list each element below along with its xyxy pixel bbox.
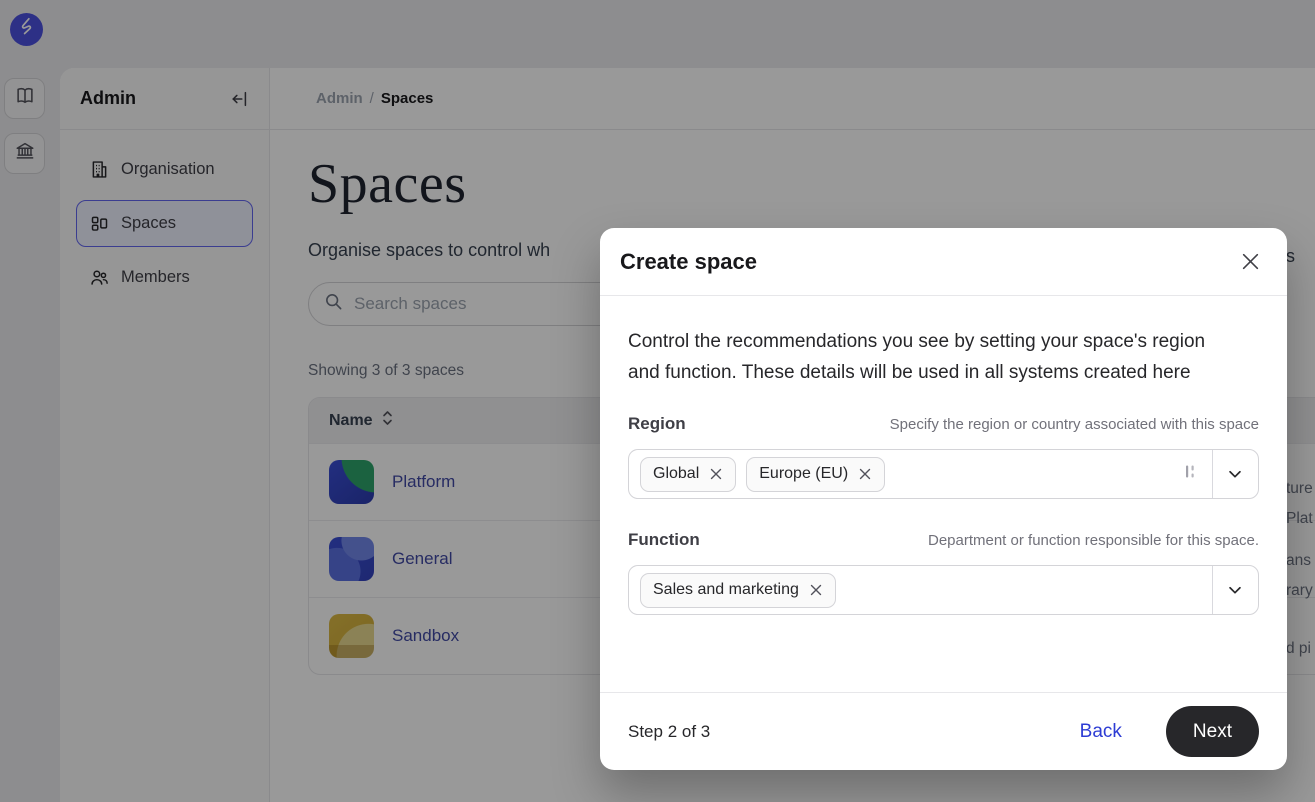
function-select-controls: [1197, 566, 1244, 614]
chip-label: Sales and marketing: [653, 581, 799, 599]
function-multiselect[interactable]: Sales and marketing: [628, 565, 1259, 615]
modal-header: Create space: [600, 228, 1287, 296]
function-label: Function: [628, 530, 700, 550]
step-indicator: Step 2 of 3: [628, 722, 710, 742]
select-divider: [1212, 566, 1213, 614]
modal-footer: Step 2 of 3 Back Next: [600, 692, 1287, 770]
function-hint: Department or function responsible for t…: [928, 532, 1259, 549]
function-chip: Sales and marketing: [640, 573, 836, 608]
function-field-header: Function Department or function responsi…: [628, 530, 1259, 550]
select-divider: [1212, 450, 1213, 498]
loading-indicator-icon: [1184, 464, 1197, 484]
chip-label: Europe (EU): [759, 465, 848, 483]
footer-actions: Back Next: [1080, 706, 1259, 757]
create-space-modal: Create space Control the recommendations…: [600, 228, 1287, 770]
chevron-down-icon[interactable]: [1226, 581, 1244, 599]
region-hint: Specify the region or country associated…: [890, 416, 1259, 433]
modal-body: Control the recommendations you see by s…: [600, 296, 1287, 615]
chip-label: Global: [653, 465, 699, 483]
modal-description: Control the recommendations you see by s…: [628, 326, 1236, 388]
next-button[interactable]: Next: [1166, 706, 1259, 757]
region-chip: Global: [640, 457, 736, 492]
region-field-header: Region Specify the region or country ass…: [628, 414, 1259, 434]
remove-chip-icon[interactable]: [709, 467, 723, 481]
chevron-down-icon[interactable]: [1226, 465, 1244, 483]
region-label: Region: [628, 414, 686, 434]
remove-chip-icon[interactable]: [809, 583, 823, 597]
remove-chip-icon[interactable]: [858, 467, 872, 481]
modal-title: Create space: [620, 249, 757, 275]
region-select-controls: [1184, 450, 1244, 498]
close-icon[interactable]: [1236, 247, 1265, 276]
region-chip: Europe (EU): [746, 457, 885, 492]
back-button[interactable]: Back: [1080, 721, 1122, 743]
region-multiselect[interactable]: Global Europe (EU): [628, 449, 1259, 499]
